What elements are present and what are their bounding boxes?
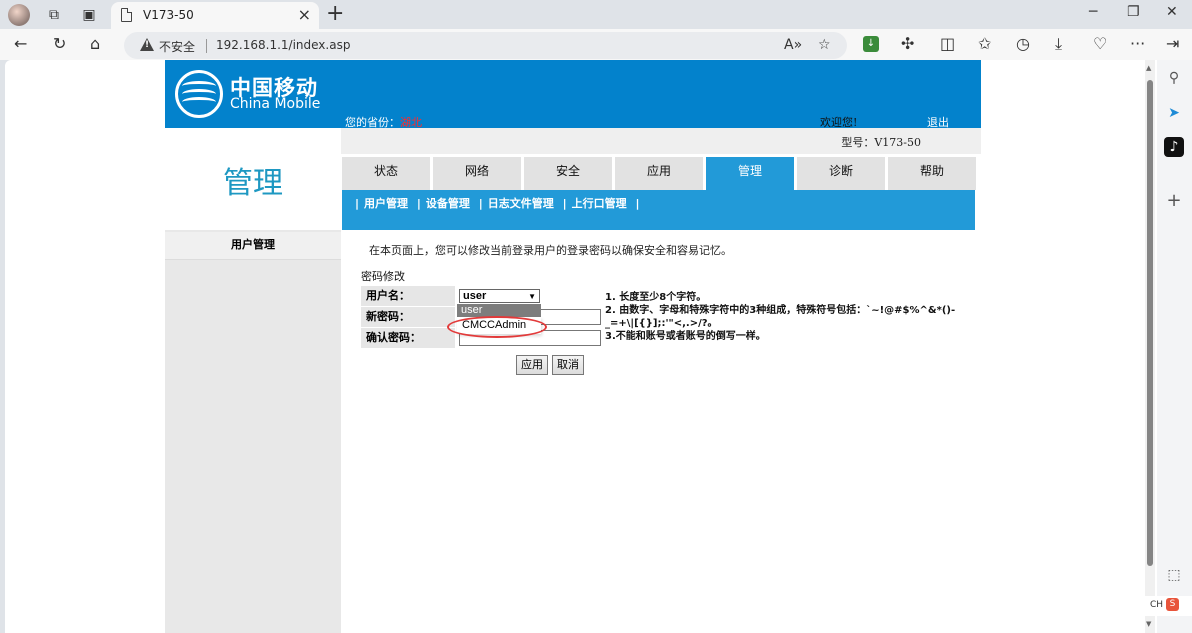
home-icon[interactable]: ⌂ <box>90 35 100 53</box>
screenshot-icon[interactable]: ⬚ <box>1164 565 1184 585</box>
main-tabs: 状态 网络 安全 应用 管理 诊断 帮助 <box>342 157 976 190</box>
url-text[interactable]: 192.168.1.1/index.asp <box>216 38 350 52</box>
search-icon[interactable]: ⚲ <box>1164 68 1184 88</box>
page-viewport: 中国移动 China Mobile 您的省份：湖北 欢迎您! 退出 管理 用户管… <box>5 60 1157 633</box>
scroll-down-icon[interactable]: ▼ <box>1146 620 1151 628</box>
username-selected-value: user <box>463 290 487 302</box>
sub-navigation: | 用户管理 | 设备管理 | 日志文件管理 | 上行口管理 | <box>342 190 975 230</box>
address-separator <box>206 39 207 53</box>
dropdown-option-user[interactable]: user <box>457 304 541 317</box>
tab-actions-icon[interactable]: ▣ <box>79 5 99 25</box>
close-tab-icon[interactable]: × <box>298 5 311 24</box>
chevron-down-icon: ▼ <box>528 292 536 301</box>
new-password-label: 新密码： <box>361 307 455 327</box>
scrollbar-thumb[interactable] <box>1147 80 1153 566</box>
password-section-title: 密码修改 <box>361 270 405 283</box>
minimize-icon[interactable]: ─ <box>1089 4 1097 20</box>
browser-essentials-icon[interactable]: ♡ <box>1093 35 1107 53</box>
rule-1: 1. 长度至少8个字符。 <box>605 292 707 303</box>
left-title-box: 管理 <box>165 128 341 230</box>
tab-diagnostics[interactable]: 诊断 <box>797 157 885 190</box>
close-window-icon[interactable]: ✕ <box>1166 4 1178 20</box>
scroll-up-icon[interactable]: ▲ <box>1146 64 1151 72</box>
subnav-uplink-management[interactable]: 上行口管理 <box>572 197 627 210</box>
left-sidebar: 管理 用户管理 <box>165 128 341 633</box>
browser-tab[interactable]: V173-50 × <box>111 2 319 29</box>
subnav-user-management[interactable]: 用户管理 <box>364 197 408 210</box>
model-strip: 型号：V173-50 <box>341 128 981 154</box>
ime-icon[interactable]: S <box>1166 598 1179 611</box>
username-select[interactable]: user ▼ <box>459 289 540 303</box>
router-header: 中国移动 China Mobile 您的省份：湖北 欢迎您! 退出 <box>165 60 981 129</box>
username-dropdown: user CMCCAdmin <box>457 304 541 334</box>
read-aloud-icon[interactable]: A» <box>784 37 802 53</box>
tab-network[interactable]: 网络 <box>433 157 521 190</box>
tab-title: V173-50 <box>143 8 194 22</box>
not-secure-label[interactable]: 不安全 <box>159 38 195 55</box>
subnav-device-management[interactable]: 设备管理 <box>426 197 470 210</box>
china-mobile-logo-icon <box>175 70 223 118</box>
page-icon <box>121 8 132 22</box>
username-label: 用户名： <box>361 286 455 306</box>
tab-application[interactable]: 应用 <box>615 157 703 190</box>
add-sidebar-app-icon[interactable]: + <box>1164 191 1184 211</box>
password-rules: 1. 长度至少8个字符。 2. 由数字、字母和特殊字符中的3种组成，特殊符号包括… <box>605 291 965 343</box>
extensions-icon[interactable]: ✣ <box>901 35 914 53</box>
dropdown-option-cmccadmin[interactable]: CMCCAdmin <box>457 317 541 334</box>
browser-tab-bar: ⧉ ▣ V173-50 × + ─ ❐ ✕ <box>0 0 1192 29</box>
rule-3: 3.不能和账号或者账号的倒写一样。 <box>605 331 766 342</box>
restore-icon[interactable]: ❐ <box>1127 4 1140 20</box>
page-description: 在本页面上，您可以修改当前登录用户的登录密码以确保安全和容易记忆。 <box>369 244 732 257</box>
apply-button[interactable]: 应用 <box>516 355 548 375</box>
tiktok-icon[interactable]: ♪ <box>1164 137 1184 157</box>
collections-icon[interactable]: ⧉ <box>44 5 64 25</box>
tab-status[interactable]: 状态 <box>342 157 430 190</box>
profile-avatar[interactable] <box>8 4 30 26</box>
system-tray: CH S <box>1142 596 1192 616</box>
favorites-icon[interactable]: ✩ <box>978 35 991 53</box>
model-label: 型号：V173-50 <box>841 136 921 149</box>
download-extension-icon[interactable]: ↓ <box>863 36 879 52</box>
refresh-icon[interactable]: ↻ <box>53 35 66 53</box>
tab-security[interactable]: 安全 <box>524 157 612 190</box>
confirm-password-label: 确认密码： <box>361 328 455 348</box>
rule-2: 2. 由数字、字母和特殊字符中的3种组成，特殊符号包括：`~!@#$%^&*()… <box>605 305 956 329</box>
favorite-star-icon[interactable]: ☆ <box>818 37 831 53</box>
history-icon[interactable]: ◷ <box>1016 35 1030 53</box>
warning-icon <box>140 38 154 51</box>
split-screen-icon[interactable]: ◫ <box>940 35 955 53</box>
browser-nav-bar: ← ↻ ⌂ 不安全 192.168.1.1/index.asp A» ☆ ↓ ✣… <box>0 29 1192 60</box>
page-scrollbar[interactable]: ▲ ▼ <box>1145 60 1155 633</box>
more-menu-icon[interactable]: ··· <box>1130 35 1145 53</box>
tab-management[interactable]: 管理 <box>706 157 794 190</box>
browser-sidebar: ⚲ ➤ ♪ + ⬚ <box>1157 60 1192 633</box>
new-tab-button[interactable]: + <box>326 2 344 26</box>
address-bar[interactable]: 不安全 192.168.1.1/index.asp A» ☆ <box>124 32 847 59</box>
logo-text-en: China Mobile <box>230 96 321 112</box>
language-indicator[interactable]: CH <box>1150 600 1163 610</box>
send-icon[interactable]: ➤ <box>1164 103 1184 123</box>
sidebar-toggle-icon[interactable]: ⇥ <box>1166 35 1179 53</box>
left-menu-user-management[interactable]: 用户管理 <box>165 232 341 260</box>
subnav-log-file-management[interactable]: 日志文件管理 <box>488 197 554 210</box>
tab-help[interactable]: 帮助 <box>888 157 976 190</box>
back-icon[interactable]: ← <box>14 35 27 53</box>
cancel-button[interactable]: 取消 <box>552 355 584 375</box>
downloads-icon[interactable]: ⤓ <box>1055 35 1062 53</box>
section-heading: 管理 <box>223 166 283 201</box>
